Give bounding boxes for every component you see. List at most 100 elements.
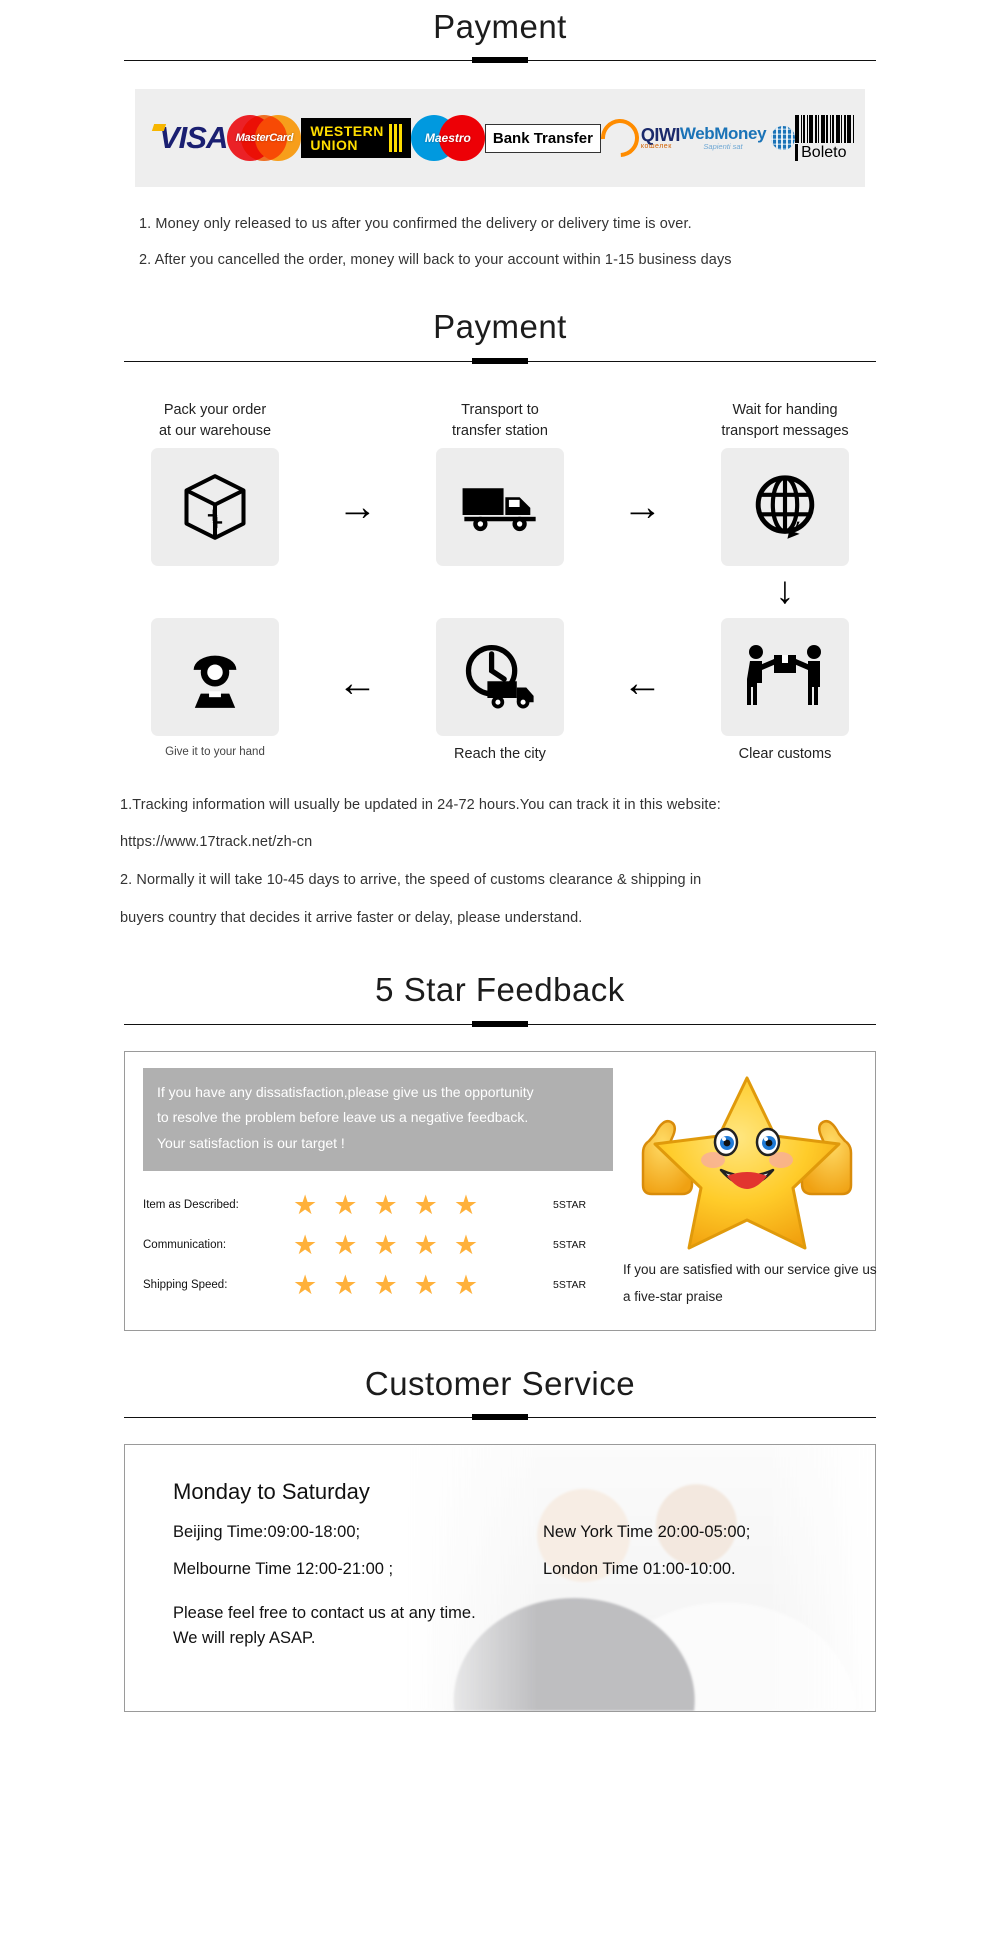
feedback-banner: If you have any dissatisfaction,please g… [143,1067,613,1172]
arrow-right-icon: → [622,484,663,529]
qiwi-logo: QIWI кошелек [593,111,680,166]
flow-step-label: Transport to transfer station [452,400,548,442]
shipping-flow-diagram: Pack your order at our warehouse → Trans… [115,400,885,765]
flow-step-label: Give it to your hand [165,745,265,758]
arrow-left-icon: ← [337,660,378,705]
globe-recycle-icon [721,447,849,566]
western-union-label-top: WESTERN [310,123,384,140]
flow-label-line2: at our warehouse [158,422,272,439]
feedback-banner-line-1: If you have any dissatisfaction,please g… [157,1083,534,1100]
customer-person-icon [151,617,279,736]
star-icon: ★ [413,1229,438,1260]
heading-divider [124,1413,876,1422]
customer-service-section-header: Customer Service [0,1357,1000,1422]
arrow-right-icon: → [337,484,378,529]
rating-stars-item-as-described: ★ ★ ★ ★ ★ [293,1189,553,1220]
flow-label-line2: transport messages [721,422,849,439]
shipping-section-header: Payment [0,300,1000,365]
heading-divider [124,357,876,366]
page-title-feedback: 5 Star Feedback [375,971,625,1009]
flow-step-label: Reach the city [454,745,546,762]
star-icon: ★ [413,1269,438,1300]
flow-arrow-left-2: ← [623,624,663,742]
feedback-right-column: If you are satisfied with our service gi… [617,1068,877,1310]
rating-value: 5STAR [553,1239,587,1252]
product-description-page: Payment VISA MasterCard WESTERN UNION Ma… [0,0,1000,1712]
flow-step-give-to-hand: Give it to your hand [115,617,315,761]
divider-center-tick [472,1413,528,1420]
service-hours-london: London Time 01:00-10:00. [543,1559,736,1578]
arrow-left-icon: ← [622,660,663,705]
tracking-note-1: 1.Tracking information will usually be u… [120,796,721,813]
service-footer-line-1: Please feel free to contact us at any ti… [173,1603,476,1622]
payment-note-2: 2. After you cancelled the order, money … [139,251,732,268]
feedback-section-header: 5 Star Feedback [0,963,1000,1028]
feedback-panel: If you have any dissatisfaction,please g… [124,1050,877,1331]
tracking-note-2: 2. Normally it will take 10-45 days to a… [120,871,702,888]
flow-step-clear-customs: Clear customs [685,617,885,765]
webmoney-sublabel: Sapienti sat [703,141,743,151]
service-hours-grid: Beijing Time:09:00-18:00; New York Time … [173,1523,875,1579]
service-footer-line-2: We will reply ASAP. [173,1628,316,1647]
rating-label-communication: Communication: [143,1239,227,1252]
arrow-down-icon: ↓ [775,569,795,612]
barcode-icon [795,115,854,144]
heading-divider [124,1020,876,1029]
delivery-truck-icon [436,447,564,566]
bank-transfer-label: Bank Transfer [484,123,601,153]
webmoney-logo: WebMoney Sapienti sat [679,123,796,151]
flow-arrow-left-1: ← [338,624,378,742]
visa-logo: VISA [153,120,228,156]
page-title-shipping: Payment [433,308,567,346]
customer-service-content: Monday to Saturday Beijing Time:09:00-18… [125,1445,875,1651]
star-icon: ★ [373,1189,398,1220]
tracking-note-2-cont: buyers country that decides it arrive fa… [120,909,583,926]
star-icon: ★ [373,1269,398,1300]
feedback-banner-line-2: to resolve the problem before leave us a… [157,1109,529,1126]
rating-stars-communication: ★ ★ ★ ★ ★ [293,1229,553,1260]
service-hours-melbourne: Melbourne Time 12:00-21:00 ; [173,1559,394,1578]
flow-arrow-right-1: → [338,448,378,566]
shipping-flow-mid: ↓ [115,566,885,614]
payment-logos-strip: VISA MasterCard WESTERN UNION Maestro Ba… [135,89,865,188]
divider-center-tick [472,357,528,364]
webmoney-globe-icon [771,126,796,151]
star-icon: ★ [453,1189,479,1220]
rating-label-shipping-speed: Shipping Speed: [143,1279,228,1292]
star-icon: ★ [373,1229,398,1260]
star-icon: ★ [333,1229,358,1260]
flow-label-line1: Transport to [461,401,539,418]
star-icon: ★ [293,1269,318,1300]
bank-transfer-logo: Bank Transfer [484,123,601,153]
tracking-notes: 1.Tracking information will usually be u… [120,787,880,938]
mastercard-logo-label: MasterCard [235,132,294,145]
flow-label-line1: Wait for handing [732,401,838,418]
shipping-flow-row-2: Give it to your hand ← Reach the city ← … [115,617,885,765]
service-hours-new-york: New York Time 20:00-05:00; [543,1522,751,1541]
feedback-banner-line-3: Your satisfaction is our target ! [157,1135,345,1152]
handover-workers-icon [721,617,849,736]
boleto-label: Boleto [795,144,847,162]
feedback-left-column: If you have any dissatisfaction,please g… [143,1067,613,1310]
tracking-url: https://www.17track.net/zh-cn [120,834,313,851]
webmoney-label: WebMoney [679,123,767,143]
rating-row: Item as Described: ★ ★ ★ ★ ★ 5STAR [143,1185,613,1225]
boleto-logo: Boleto [795,115,854,162]
flow-step-label: Clear customs [738,745,832,762]
flow-step-pack-order: Pack your order at our warehouse [115,400,315,566]
flow-step-wait-handing: Wait for handing transport messages [685,400,885,566]
qiwi-ring-icon [593,111,647,166]
payment-section-header: Payment [0,0,1000,65]
flow-step-reach-city: Reach the city [400,617,600,765]
star-icon: ★ [293,1189,318,1220]
star-icon: ★ [333,1269,358,1300]
divider-center-tick [472,1020,528,1027]
flow-step-label: Wait for handing transport messages [721,400,848,442]
star-icon: ★ [413,1189,438,1220]
western-union-label-bottom: UNION [310,137,358,154]
rating-label-item-as-described: Item as Described: [143,1199,239,1212]
smiling-star-mascot-icon [641,1076,853,1250]
rating-value: 5STAR [553,1279,587,1292]
divider-center-tick [472,57,528,64]
rating-value: 5STAR [553,1199,587,1212]
